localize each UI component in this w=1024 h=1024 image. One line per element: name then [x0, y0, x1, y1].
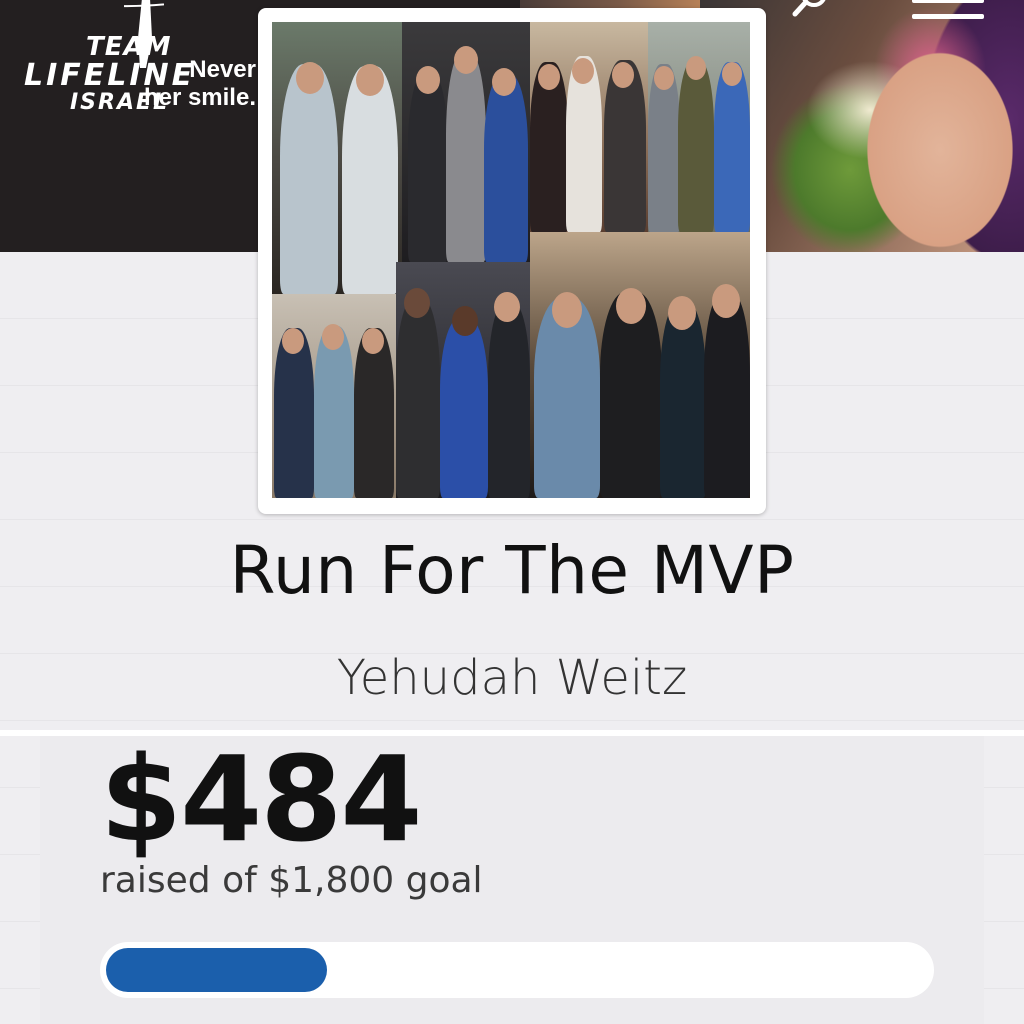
tagline-line-2: her smile.	[143, 84, 256, 111]
collage-photo	[396, 262, 530, 498]
campaign-owner-name[interactable]: Yehudah Weitz	[0, 650, 1024, 706]
collage-photo	[272, 294, 396, 498]
collage-photo	[530, 232, 750, 498]
collage-photo	[530, 22, 648, 232]
progress-bar-fill	[106, 948, 327, 992]
raised-amount: $484	[100, 730, 422, 868]
collage-photo	[272, 22, 402, 294]
collage-photo	[402, 22, 530, 262]
banner-tagline: Never her smile.	[86, 56, 256, 112]
campaign-photo-collage	[272, 22, 750, 498]
search-icon[interactable]	[790, 0, 830, 24]
campaign-title: Run For The MVP	[229, 532, 795, 609]
hamburger-menu-icon[interactable]	[912, 0, 984, 24]
campaign-photo-card	[258, 8, 766, 514]
tagline-line-1: Never	[189, 56, 256, 83]
progress-bar	[100, 942, 934, 998]
collage-photo	[648, 22, 750, 232]
raised-of-goal-caption: raised of $1,800 goal	[100, 860, 483, 901]
